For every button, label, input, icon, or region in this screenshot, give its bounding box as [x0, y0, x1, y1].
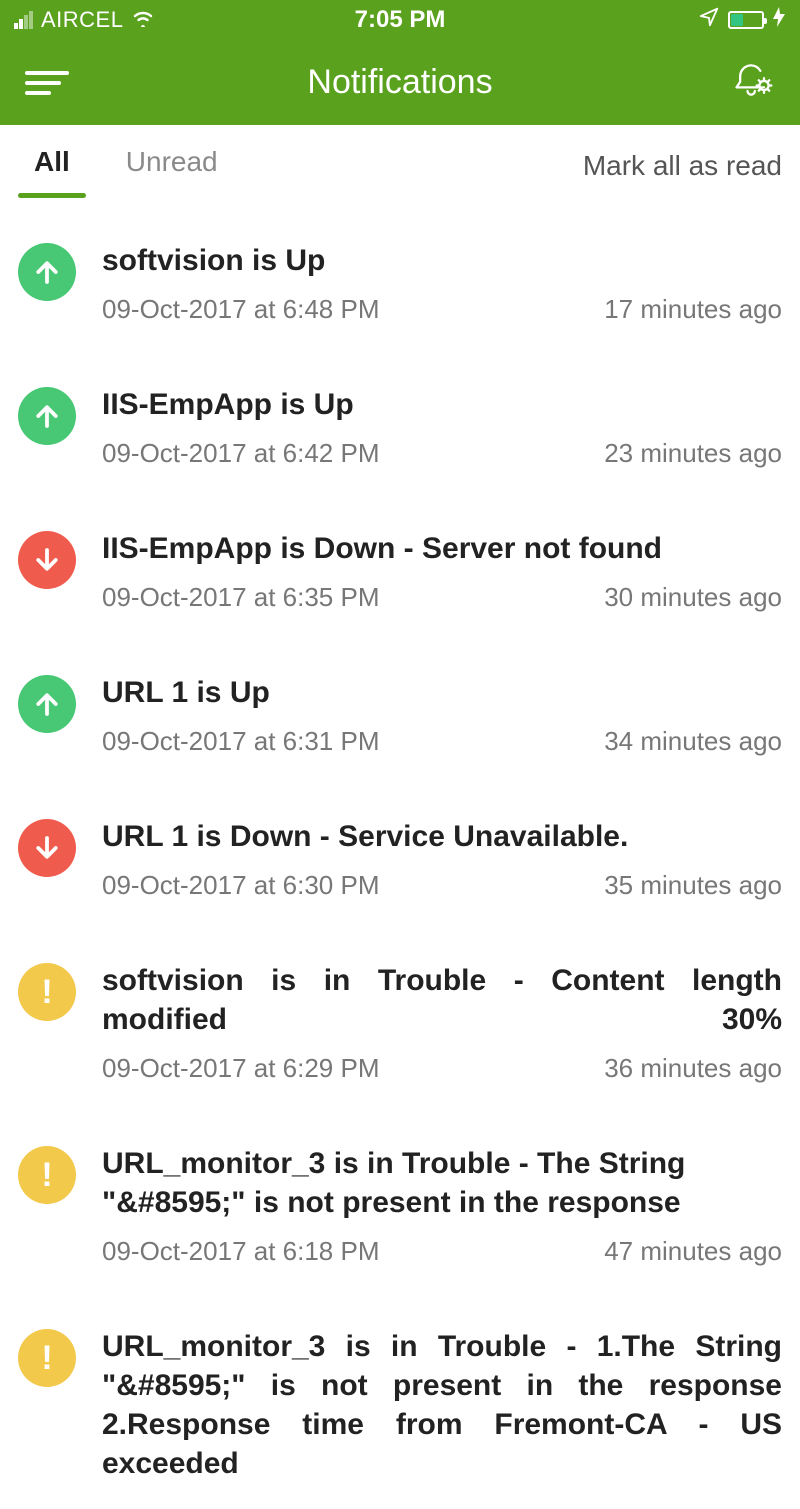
notification-meta: 09-Oct-2017 at 6:35 PM 30 minutes ago — [102, 582, 782, 613]
status-left: AIRCEL — [14, 6, 271, 34]
notification-meta: 09-Oct-2017 at 6:48 PM 17 minutes ago — [102, 294, 782, 325]
tabs-row: All Unread Mark all as read — [0, 125, 800, 207]
notification-timestamp: 09-Oct-2017 at 6:48 PM — [102, 294, 379, 325]
down-arrow-icon — [18, 531, 76, 589]
notification-meta: 09-Oct-2017 at 6:18 PM 47 minutes ago — [102, 1236, 782, 1267]
notification-title: URL_monitor_3 is in Trouble - 1.The Stri… — [102, 1327, 782, 1483]
status-right — [529, 6, 786, 35]
mark-all-read-button[interactable]: Mark all as read — [583, 150, 782, 182]
up-arrow-icon — [18, 243, 76, 301]
notification-settings-button[interactable] — [731, 58, 775, 107]
tab-unread[interactable]: Unread — [110, 136, 234, 196]
tab-all[interactable]: All — [18, 136, 86, 196]
notification-item[interactable]: URL 1 is Down - Service Unavailable. 09-O… — [18, 783, 782, 927]
notification-timestamp: 09-Oct-2017 at 6:42 PM — [102, 438, 379, 469]
notification-item[interactable]: IIS-EmpApp is Down - Server not found 09-… — [18, 495, 782, 639]
notification-list: softvision is Up 09-Oct-2017 at 6:48 PM 17… — [0, 207, 800, 1509]
up-arrow-icon — [18, 387, 76, 445]
charging-icon — [772, 6, 786, 34]
tabs: All Unread — [18, 136, 234, 196]
page-title: Notifications — [69, 63, 731, 102]
menu-button[interactable] — [25, 61, 69, 105]
warning-icon: ! — [18, 963, 76, 1021]
notification-relative-time: 35 minutes ago — [604, 870, 782, 901]
battery-icon — [728, 11, 764, 29]
notification-relative-time: 30 minutes ago — [604, 582, 782, 613]
notification-title: IIS-EmpApp is Up — [102, 385, 782, 424]
notification-item[interactable]: URL 1 is Up 09-Oct-2017 at 6:31 PM 34 minu… — [18, 639, 782, 783]
nav-bar: Notifications — [0, 40, 800, 125]
notification-relative-time: 34 minutes ago — [604, 726, 782, 757]
notification-body: IIS-EmpApp is Up 09-Oct-2017 at 6:42 PM 23… — [102, 385, 782, 469]
up-arrow-icon — [18, 675, 76, 733]
wifi-icon — [131, 6, 155, 34]
status-bar: AIRCEL 7:05 PM — [0, 0, 800, 40]
notification-body: IIS-EmpApp is Down - Server not found 09-… — [102, 529, 782, 613]
warning-icon: ! — [18, 1146, 76, 1204]
notification-timestamp: 09-Oct-2017 at 6:30 PM — [102, 870, 379, 901]
notification-meta: 09-Oct-2017 at 6:31 PM 34 minutes ago — [102, 726, 782, 757]
notification-title: URL 1 is Up — [102, 673, 782, 712]
notification-relative-time: 17 minutes ago — [604, 294, 782, 325]
notification-item[interactable]: ! URL_monitor_3 is in Trouble - The Strin… — [18, 1110, 782, 1293]
notification-relative-time: 36 minutes ago — [604, 1053, 782, 1084]
notification-body: URL 1 is Down - Service Unavailable. 09-O… — [102, 817, 782, 901]
down-arrow-icon — [18, 819, 76, 877]
location-icon — [698, 6, 720, 35]
notification-relative-time: 23 minutes ago — [604, 438, 782, 469]
status-time: 7:05 PM — [271, 6, 528, 34]
notification-title: IIS-EmpApp is Down - Server not found — [102, 529, 782, 568]
notification-timestamp: 09-Oct-2017 at 6:35 PM — [102, 582, 379, 613]
notification-meta: 09-Oct-2017 at 6:29 PM 36 minutes ago — [102, 1053, 782, 1084]
notification-item[interactable]: softvision is Up 09-Oct-2017 at 6:48 PM 17… — [18, 207, 782, 351]
notification-body: softvision is in Trouble - Content lengt… — [102, 961, 782, 1084]
warning-icon: ! — [18, 1329, 76, 1387]
notification-meta: 09-Oct-2017 at 6:30 PM 35 minutes ago — [102, 870, 782, 901]
notification-timestamp: 09-Oct-2017 at 6:18 PM — [102, 1236, 379, 1267]
notification-title: URL 1 is Down - Service Unavailable. — [102, 817, 782, 856]
notification-title: softvision is Up — [102, 241, 782, 280]
carrier-label: AIRCEL — [41, 7, 123, 33]
notification-body: softvision is Up 09-Oct-2017 at 6:48 PM 17… — [102, 241, 782, 325]
notification-item[interactable]: IIS-EmpApp is Up 09-Oct-2017 at 6:42 PM 23… — [18, 351, 782, 495]
signal-icon — [14, 11, 33, 29]
notification-meta: 09-Oct-2017 at 6:42 PM 23 minutes ago — [102, 438, 782, 469]
notification-item[interactable]: ! URL_monitor_3 is in Trouble - 1.The Str… — [18, 1293, 782, 1509]
notification-title: softvision is in Trouble - Content lengt… — [102, 961, 782, 1039]
notification-body: URL_monitor_3 is in Trouble - The String… — [102, 1144, 782, 1267]
notification-relative-time: 47 minutes ago — [604, 1236, 782, 1267]
notification-title: URL_monitor_3 is in Trouble - The String… — [102, 1144, 782, 1222]
notification-timestamp: 09-Oct-2017 at 6:31 PM — [102, 726, 379, 757]
notification-body: URL 1 is Up 09-Oct-2017 at 6:31 PM 34 minu… — [102, 673, 782, 757]
notification-item[interactable]: ! softvision is in Trouble - Content leng… — [18, 927, 782, 1110]
notification-body: URL_monitor_3 is in Trouble - 1.The Stri… — [102, 1327, 782, 1483]
notification-timestamp: 09-Oct-2017 at 6:29 PM — [102, 1053, 379, 1084]
